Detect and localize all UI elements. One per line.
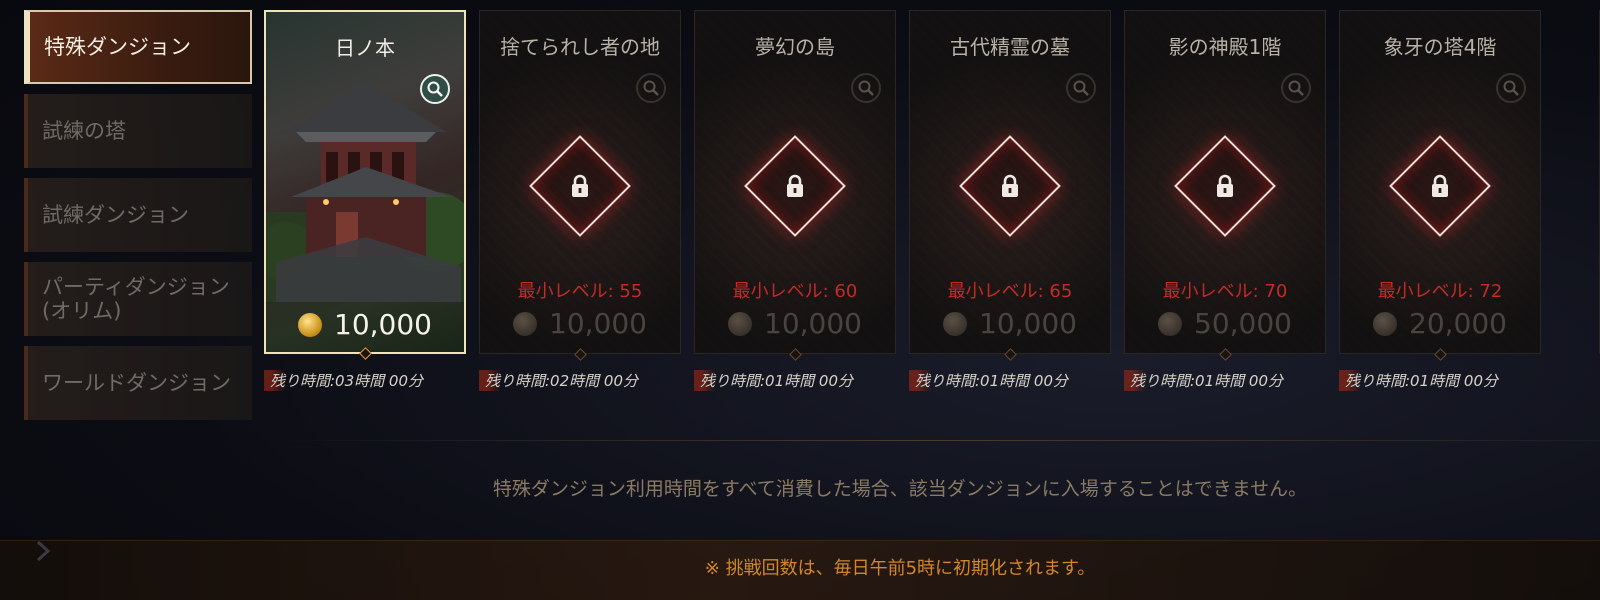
dungeon-card-abandoned-land[interactable]: 捨てられし者の地 最小レベル: 55 10,000 xyxy=(479,10,681,361)
gold-coin-icon xyxy=(943,311,967,336)
remaining-time: 残り時間:01時間 00分 xyxy=(1124,370,1334,391)
remaining-time: 残り時間:01時間 00分 xyxy=(1339,370,1549,391)
sidebar-item-world-dungeon[interactable]: ワールドダンジョン xyxy=(24,346,252,420)
entry-cost-value: 10,000 xyxy=(764,307,862,340)
selection-marker xyxy=(1004,348,1017,361)
gold-coin-icon xyxy=(728,311,752,336)
sidebar-item-label: パーティダンジョン (オリム) xyxy=(42,274,230,323)
entry-cost-value: 10,000 xyxy=(334,308,432,341)
min-level-requirement: 最小レベル: 65 xyxy=(947,281,1073,302)
min-level-requirement: 最小レベル: 70 xyxy=(1162,281,1288,302)
magnifier-icon[interactable] xyxy=(1066,73,1096,103)
sidebar-item-party-dungeon[interactable]: パーティダンジョン (オリム) xyxy=(24,262,252,336)
min-level-requirement: 最小レベル: 72 xyxy=(1377,281,1503,302)
remaining-time: 残り時間:01時間 00分 xyxy=(694,370,904,391)
sidebar-item-label: 試練ダンジョン xyxy=(42,202,189,227)
entry-cost-value: 50,000 xyxy=(1194,307,1292,340)
selection-marker xyxy=(574,348,587,361)
entry-cost: 10,000 xyxy=(910,307,1110,340)
entry-cost-value: 10,000 xyxy=(979,307,1077,340)
dungeon-card-hinomoto[interactable]: 日ノ本 10,000 xyxy=(264,10,466,360)
selection-marker xyxy=(1219,348,1232,361)
entry-cost: 50,000 xyxy=(1125,307,1325,340)
min-level-requirement: 最小レベル: 55 xyxy=(517,281,643,302)
dungeon-title: 捨てられし者の地 xyxy=(500,35,660,59)
reset-notice: ※ 挑戦回数は、毎日午前5時に初期化されます。 xyxy=(704,558,1096,579)
selection-marker xyxy=(789,348,802,361)
sidebar-item-label: 試練の塔 xyxy=(42,118,126,143)
selection-marker xyxy=(1434,348,1447,361)
gold-coin-icon xyxy=(298,312,322,337)
dungeon-card-shadow-temple[interactable]: 影の神殿1階 最小レベル: 70 50,000 xyxy=(1124,10,1326,361)
sidebar-item-trial-tower[interactable]: 試練の塔 xyxy=(24,94,252,168)
magnifier-icon[interactable] xyxy=(1281,73,1311,103)
special-dungeon-screen: 特殊ダンジョン 試練の塔 試練ダンジョン パーティダンジョン (オリム) ワール… xyxy=(0,0,1600,600)
sidebar-item-trial-dungeon[interactable]: 試練ダンジョン xyxy=(24,178,252,252)
dungeon-card-list: 日ノ本 10,000 残り時間:03時間 00分 捨てられし者の地 最小レベル:… xyxy=(264,10,1600,410)
entry-cost: 10,000 xyxy=(480,307,680,340)
entry-cost-value: 20,000 xyxy=(1409,307,1507,340)
remaining-time: 残り時間:02時間 00分 xyxy=(479,370,689,391)
dungeon-title: 古代精霊の墓 xyxy=(950,35,1070,59)
usage-notice: 特殊ダンジョン利用時間をすべて消費した場合、該当ダンジョンに入場することはできま… xyxy=(492,478,1308,500)
sidebar-item-special-dungeon[interactable]: 特殊ダンジョン xyxy=(24,10,252,84)
chevron-right-icon[interactable] xyxy=(30,538,56,564)
divider xyxy=(264,440,1600,441)
dungeon-title: 象牙の塔4階 xyxy=(1383,35,1497,59)
dungeon-card-ancient-spirit-tomb[interactable]: 古代精霊の墓 最小レベル: 65 10,000 xyxy=(909,10,1111,361)
lock-icon xyxy=(1002,174,1018,197)
dungeon-card-dream-island[interactable]: 夢幻の島 最小レベル: 60 10,000 xyxy=(694,10,896,361)
magnifier-icon[interactable] xyxy=(420,74,450,104)
lock-icon xyxy=(787,174,803,197)
remaining-time: 残り時間:01時間 00分 xyxy=(909,370,1119,391)
selection-marker xyxy=(359,347,372,360)
magnifier-icon[interactable] xyxy=(636,73,666,103)
dungeon-title: 日ノ本 xyxy=(335,36,395,60)
entry-cost: 10,000 xyxy=(695,307,895,340)
dungeon-card-ivory-tower[interactable]: 象牙の塔4階 最小レベル: 72 20,000 xyxy=(1339,10,1541,361)
magnifier-icon[interactable] xyxy=(851,73,881,103)
sidebar-item-label: 特殊ダンジョン xyxy=(44,34,191,59)
gold-coin-icon xyxy=(513,311,537,336)
entry-cost: 10,000 xyxy=(266,308,464,341)
lock-icon xyxy=(572,174,588,197)
min-level-requirement: 最小レベル: 60 xyxy=(732,281,858,302)
dungeon-title: 夢幻の島 xyxy=(755,35,835,59)
remaining-time: 残り時間:03時間 00分 xyxy=(264,370,474,391)
sidebar-item-label: ワールドダンジョン xyxy=(42,370,231,395)
gold-coin-icon xyxy=(1158,311,1182,336)
lock-icon xyxy=(1217,174,1233,197)
magnifier-icon[interactable] xyxy=(1496,73,1526,103)
entry-cost: 20,000 xyxy=(1340,307,1540,340)
dungeon-category-sidebar: 特殊ダンジョン 試練の塔 試練ダンジョン パーティダンジョン (オリム) ワール… xyxy=(24,10,252,430)
dungeon-title: 影の神殿1階 xyxy=(1168,35,1282,59)
entry-cost-value: 10,000 xyxy=(549,307,647,340)
gold-coin-icon xyxy=(1373,311,1397,336)
lock-icon xyxy=(1432,174,1448,197)
